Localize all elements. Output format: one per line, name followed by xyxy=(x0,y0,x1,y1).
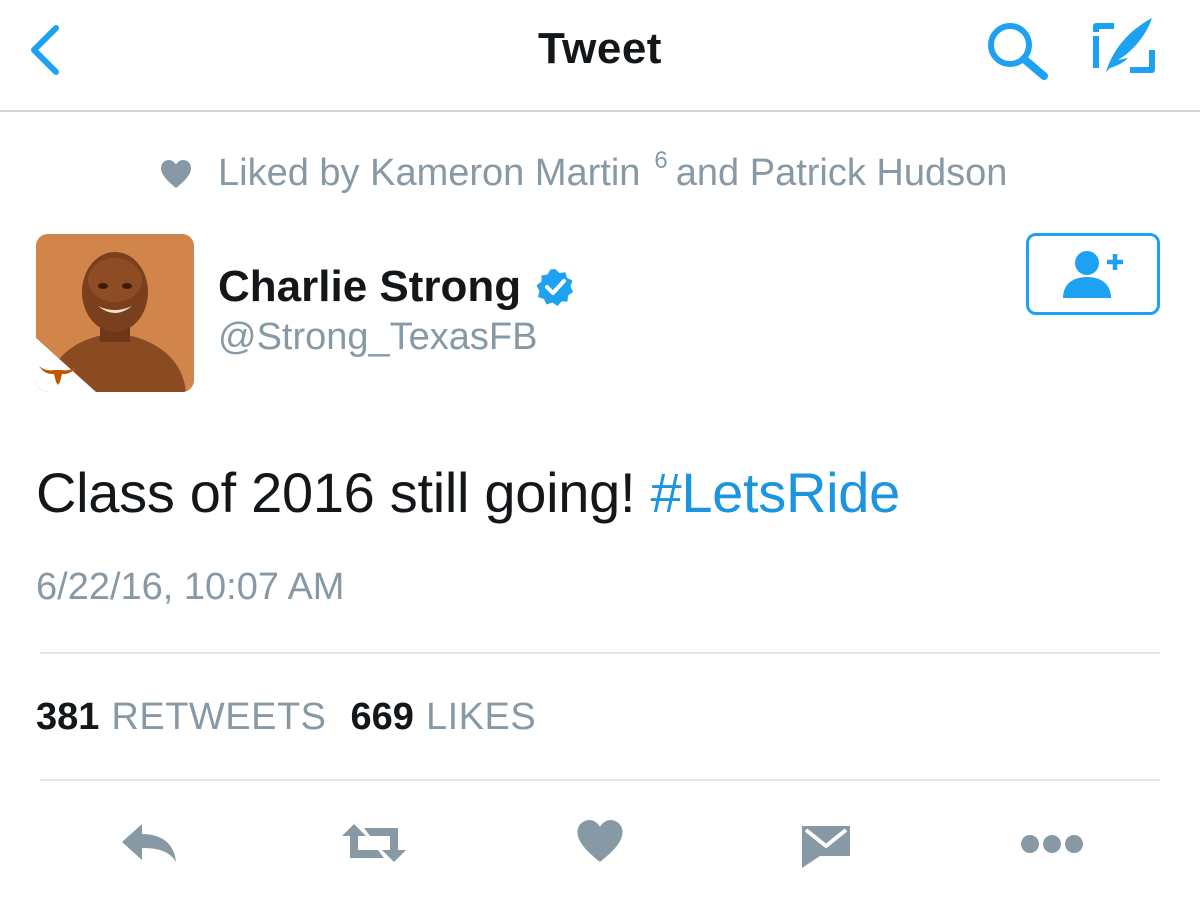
retweet-button[interactable] xyxy=(340,822,408,864)
direct-message-button[interactable] xyxy=(800,822,852,870)
retweets-label: RETWEETS xyxy=(111,695,327,738)
avatar[interactable] xyxy=(36,234,194,392)
like-icon xyxy=(577,820,623,862)
hashtag-link[interactable]: #LetsRide xyxy=(650,461,900,524)
navigation-bar: Tweet xyxy=(0,0,1200,112)
tweet-body: Class of 2016 still going! xyxy=(36,461,651,524)
display-name-row[interactable]: Charlie Strong xyxy=(218,258,575,316)
social-context-suffix: and Patrick Hudson xyxy=(675,151,1008,194)
direct-message-icon xyxy=(802,826,850,868)
longhorn-logo-icon xyxy=(39,366,77,385)
more-icon xyxy=(1021,835,1083,853)
compose-button[interactable] xyxy=(1086,14,1160,80)
display-name: Charlie Strong xyxy=(218,262,522,311)
divider xyxy=(40,652,1160,654)
verified-badge-icon xyxy=(536,269,574,306)
social-context-prefix: Liked by Kameron Martin xyxy=(218,151,641,194)
tweet-text: Class of 2016 still going! #LetsRide xyxy=(36,460,900,525)
retweets-count: 381 xyxy=(36,695,100,738)
tweet-stats: 381 RETWEETS 669 LIKES xyxy=(36,694,536,740)
like-button[interactable] xyxy=(576,818,624,864)
social-context[interactable]: Liked by Kameron Martin 6 and Patrick Hu… xyxy=(160,147,1008,198)
search-icon xyxy=(988,23,1048,80)
user-handle[interactable]: @Strong_TexasFB xyxy=(218,316,538,359)
add-user-icon xyxy=(1063,251,1123,298)
social-context-superscript: 6 xyxy=(654,147,668,174)
retweets-stat[interactable]: 381 RETWEETS xyxy=(36,696,327,739)
likes-stat[interactable]: 669 LIKES xyxy=(351,696,537,739)
follow-button[interactable] xyxy=(1026,233,1160,315)
reply-icon xyxy=(122,824,176,862)
more-button[interactable] xyxy=(1020,832,1084,856)
compose-icon xyxy=(1093,18,1155,73)
search-button[interactable] xyxy=(984,20,1052,82)
heart-icon xyxy=(161,160,191,188)
divider xyxy=(40,779,1160,781)
likes-label: LIKES xyxy=(425,695,537,738)
likes-count: 669 xyxy=(350,695,414,738)
reply-button[interactable] xyxy=(120,822,178,864)
tweet-timestamp: 6/22/16, 10:07 AM xyxy=(36,566,345,608)
retweet-icon xyxy=(342,824,406,862)
